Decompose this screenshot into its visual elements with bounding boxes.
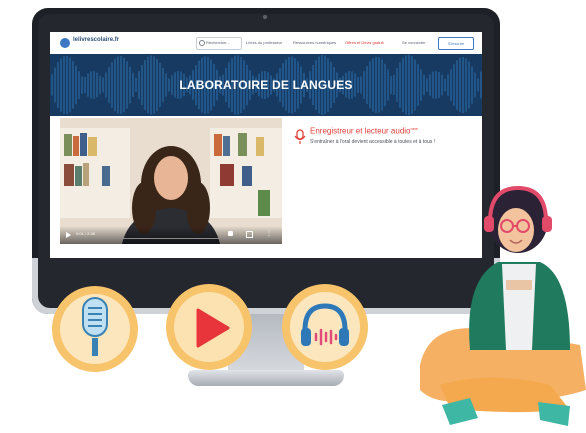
headphones-audio-icon <box>301 303 349 346</box>
new-badge: new <box>410 126 418 131</box>
microphone-icon <box>82 297 108 356</box>
top-navigation: lelivrescolaire.fr Rechercher... Livres … <box>50 32 482 55</box>
more-options-icon[interactable]: ⋮ <box>266 230 272 238</box>
signup-button[interactable]: S'inscrire <box>438 37 474 50</box>
play-circle[interactable] <box>166 284 252 370</box>
monitor-stand-base <box>188 370 344 386</box>
microphone-circle[interactable] <box>52 286 138 372</box>
play-icon <box>196 308 230 348</box>
webcam-dot <box>263 15 267 19</box>
volume-icon[interactable] <box>228 231 233 236</box>
feature-title-text: Enregistreur et lecteur audio <box>310 126 411 136</box>
video-controls: 0:01 / 2:28 ⋮ <box>60 226 282 244</box>
nav-item-digital-resources[interactable]: Ressources numériques <box>293 40 336 45</box>
nav-item-login[interactable]: Se connecter <box>402 40 426 45</box>
microphone-outline-icon <box>294 129 306 144</box>
fullscreen-icon[interactable] <box>246 231 253 238</box>
search-icon <box>199 40 205 46</box>
girl-illustration <box>420 185 586 426</box>
site-logo[interactable]: lelivrescolaire.fr <box>73 37 119 43</box>
feature-title: Enregistreur et lecteur audionew <box>310 126 418 136</box>
website-screen: lelivrescolaire.fr Rechercher... Livres … <box>50 32 482 258</box>
video-progress-bar[interactable] <box>76 238 276 239</box>
logo-icon[interactable] <box>60 38 70 48</box>
page-title: LABORATOIRE DE LANGUES <box>179 78 353 92</box>
feature-description: S'entraîner à l'oral devient accessible … <box>310 139 436 145</box>
nav-item-offers[interactable]: Offres et Devis gratuit <box>345 40 384 45</box>
search-placeholder: Rechercher... <box>206 40 230 45</box>
headphones-circle[interactable] <box>282 284 368 370</box>
hero-banner: LABORATOIRE DE LANGUES <box>50 54 482 116</box>
video-player[interactable]: 0:01 / 2:28 ⋮ <box>60 118 282 244</box>
video-play-icon[interactable] <box>66 232 71 238</box>
video-time: 0:01 / 2:28 <box>76 231 95 236</box>
nav-item-teacher-books[interactable]: Livres du professeur <box>246 40 282 45</box>
